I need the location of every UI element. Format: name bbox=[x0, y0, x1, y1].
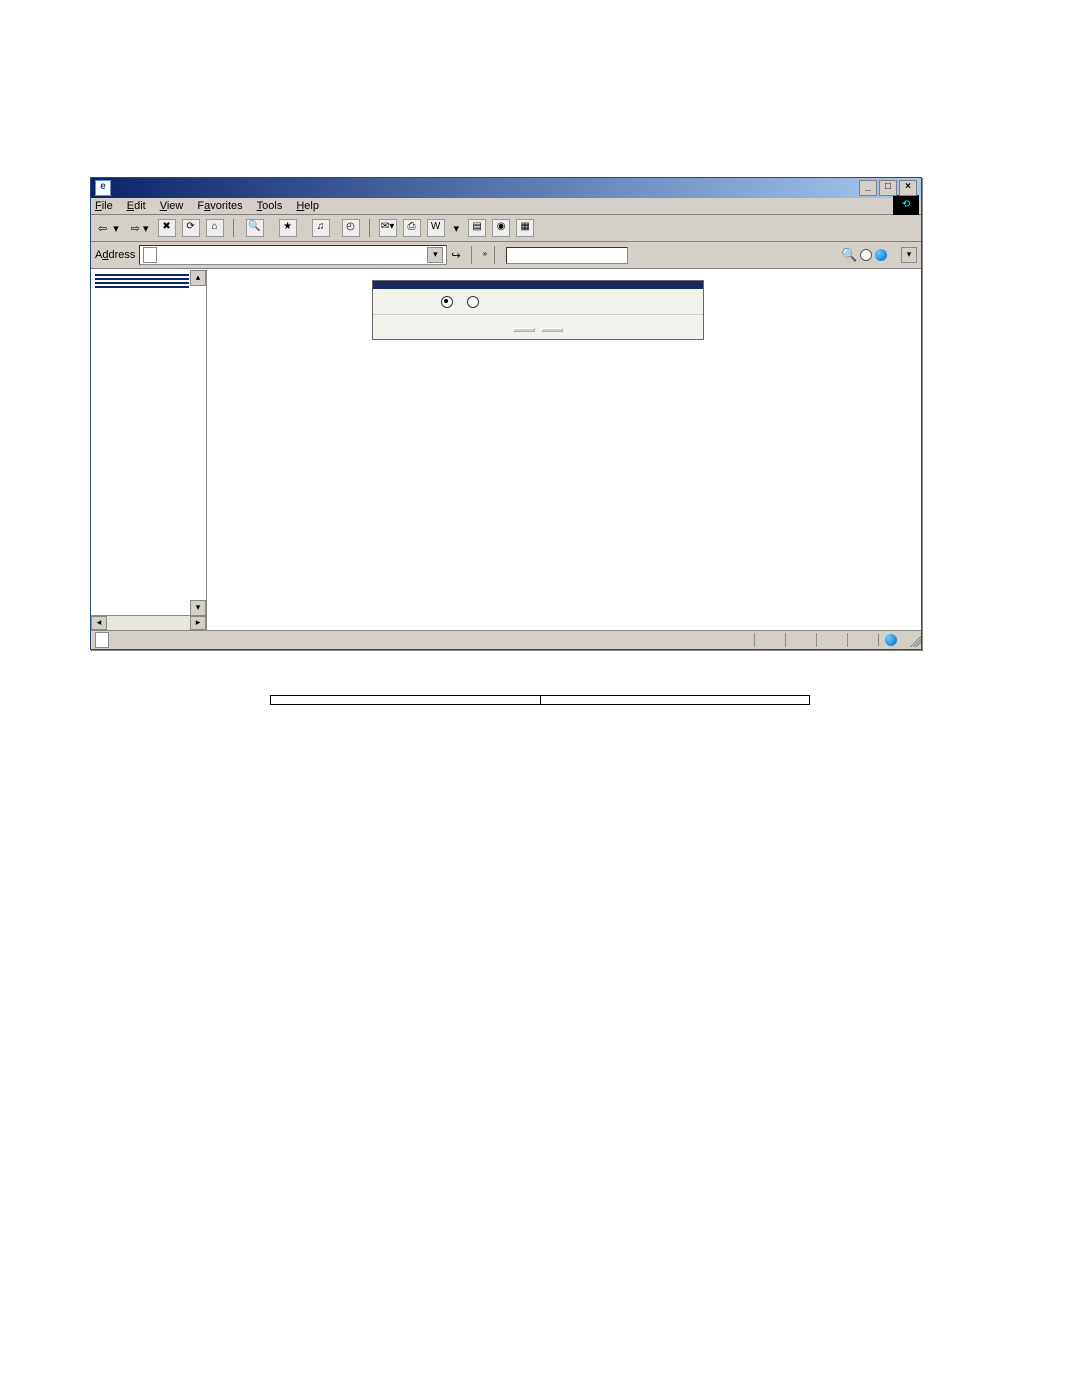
sidebar-header-syslog bbox=[95, 278, 189, 280]
ie-content: ▴ bbox=[91, 269, 921, 630]
main-content bbox=[207, 270, 921, 630]
status-page-icon bbox=[95, 632, 109, 648]
messenger-icon[interactable]: ◉ bbox=[492, 219, 510, 237]
menu-edit[interactable]: Edit bbox=[127, 200, 146, 212]
sidebar: ▴ bbox=[91, 270, 207, 630]
edit-icon[interactable]: W bbox=[427, 219, 445, 237]
snmp-trap-panel bbox=[372, 280, 704, 340]
window-close-button[interactable]: × bbox=[899, 180, 917, 196]
links-label[interactable]: » bbox=[483, 249, 487, 261]
menu-view[interactable]: View bbox=[160, 200, 184, 212]
scope-radio[interactable] bbox=[860, 249, 872, 261]
menu-file[interactable]: File bbox=[95, 200, 113, 212]
search-icon: 🔍 bbox=[246, 219, 264, 237]
resize-grip-icon[interactable] bbox=[907, 633, 921, 647]
ie-menubar: File Edit View Favorites Tools Help bbox=[91, 198, 921, 215]
stop-icon[interactable]: ✖ bbox=[158, 219, 176, 237]
snmp-button-row bbox=[373, 314, 703, 339]
home-icon[interactable]: ⌂ bbox=[206, 219, 224, 237]
window-maximize-button[interactable]: □ bbox=[879, 180, 897, 196]
ie-titlebar: e _ □ × bbox=[91, 178, 921, 198]
ok-button[interactable] bbox=[513, 328, 535, 332]
copernic-search-input[interactable] bbox=[506, 247, 628, 264]
ie-window: e _ □ × File Edit View Favorites Tools H… bbox=[90, 177, 922, 650]
refresh-icon[interactable]: ⟳ bbox=[182, 219, 200, 237]
sidebar-scroll-up[interactable]: ▴ bbox=[190, 270, 206, 286]
discuss-icon[interactable]: ▤ bbox=[468, 219, 486, 237]
media-button[interactable]: ♫ bbox=[309, 218, 336, 238]
go-button[interactable]: ↪ bbox=[451, 249, 463, 262]
page-icon bbox=[143, 247, 157, 263]
snmp-panel-title bbox=[373, 281, 703, 289]
trap-row bbox=[373, 289, 703, 314]
cancel-button[interactable] bbox=[541, 328, 563, 332]
mail-icon[interactable]: ✉▾ bbox=[379, 219, 397, 237]
menu-favorites[interactable]: Favorites bbox=[197, 200, 242, 212]
sidebar-hscrollbar[interactable]: ◂ ▸ bbox=[91, 615, 206, 630]
window-minimize-button[interactable]: _ bbox=[859, 180, 877, 196]
scope-dropdown-icon[interactable]: ▾ bbox=[901, 247, 917, 263]
address-dropdown-icon[interactable]: ▾ bbox=[427, 247, 443, 263]
ie-statusbar bbox=[91, 630, 921, 649]
menu-help[interactable]: Help bbox=[296, 200, 319, 212]
history-icon[interactable]: ◴ bbox=[342, 219, 360, 237]
search-button[interactable]: 🔍 bbox=[243, 218, 270, 238]
address-label: Address bbox=[95, 249, 135, 261]
hscroll-left-icon[interactable]: ◂ bbox=[91, 616, 107, 630]
magnifier-icon[interactable]: 🔍 bbox=[841, 247, 857, 263]
table-header-item bbox=[271, 696, 541, 705]
description-table bbox=[270, 695, 810, 705]
table-header-description bbox=[540, 696, 810, 705]
ie-throbber-icon: ⟲ bbox=[893, 195, 919, 215]
favorites-icon: ★ bbox=[279, 219, 297, 237]
ie-app-icon: e bbox=[95, 180, 111, 196]
section-heading bbox=[90, 130, 990, 147]
realplayer-icon[interactable]: ▦ bbox=[516, 219, 534, 237]
zone-globe-icon bbox=[885, 634, 897, 646]
ie-addressbar: Address ▾ ↪ » 🔍 ▾ bbox=[91, 242, 921, 269]
hscroll-right-icon[interactable]: ▸ bbox=[190, 616, 206, 630]
back-button[interactable]: ⇦ ▾ bbox=[95, 221, 122, 236]
ie-toolbar: ⇦ ▾ ⇨ ▾ ✖ ⟳ ⌂ 🔍 ★ ♫ ◴ ✉▾ ⎙ W ▾ ▤ ◉ ▦ bbox=[91, 215, 921, 242]
trap-off-radio[interactable] bbox=[441, 296, 453, 308]
globe-icon bbox=[875, 249, 887, 261]
forward-button[interactable]: ⇨ ▾ bbox=[128, 221, 152, 236]
sidebar-header-provision bbox=[95, 274, 189, 276]
sidebar-header-voip bbox=[95, 286, 189, 288]
menu-tools[interactable]: Tools bbox=[257, 200, 283, 212]
favorites-button[interactable]: ★ bbox=[276, 218, 303, 238]
media-icon: ♫ bbox=[312, 219, 330, 237]
sidebar-header-ems bbox=[95, 282, 189, 284]
print-icon[interactable]: ⎙ bbox=[403, 219, 421, 237]
address-input[interactable]: ▾ bbox=[139, 245, 447, 265]
sidebar-scroll-down[interactable]: ▾ bbox=[190, 600, 206, 616]
trap-on-radio[interactable] bbox=[467, 296, 479, 308]
